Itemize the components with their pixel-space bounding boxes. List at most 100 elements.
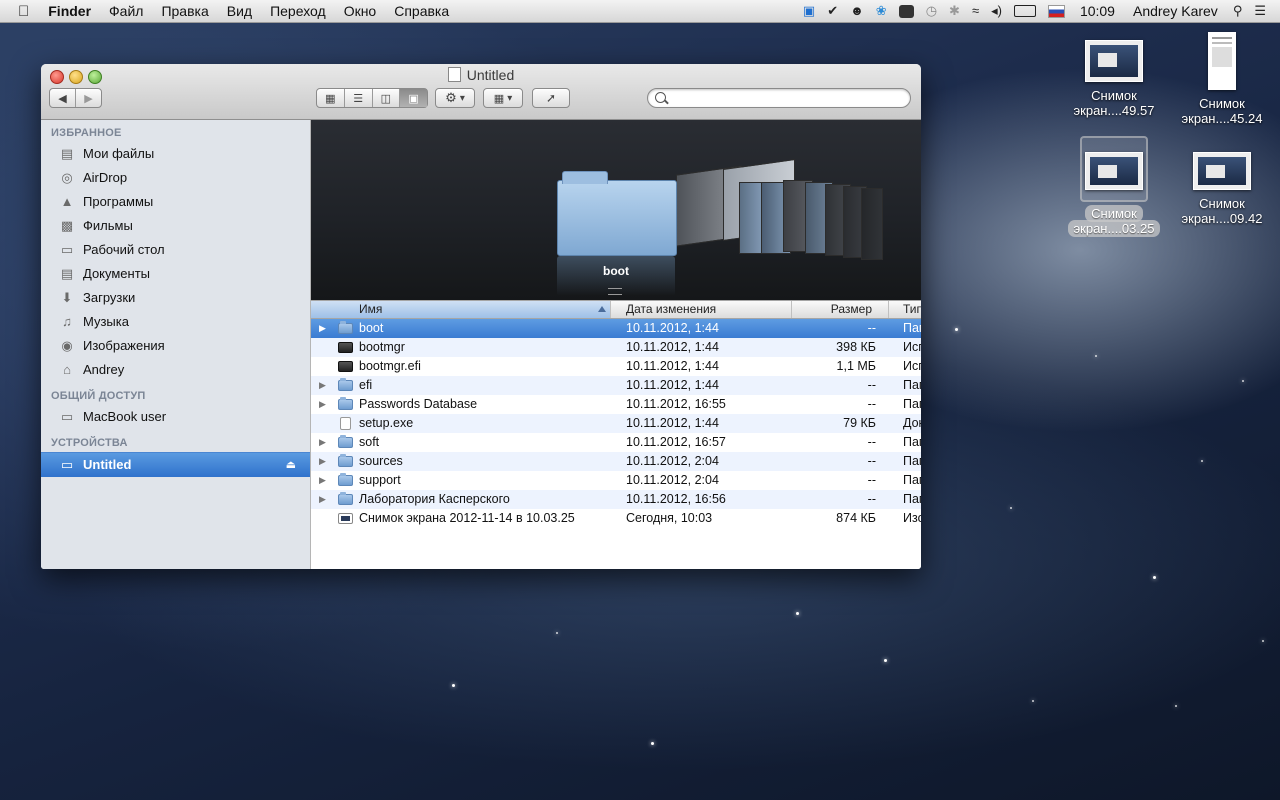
table-row[interactable]: ▶ efi 10.11.2012, 1:44 -- Папка <box>311 376 921 395</box>
disclosure-triangle-icon[interactable]: ▶ <box>319 452 326 471</box>
executable-icon <box>338 342 353 353</box>
sidebar-item-movies[interactable]: ▩ Фильмы <box>41 214 310 238</box>
back-button[interactable]: ◀ <box>50 89 76 107</box>
desktop-file-label-line1: Снимок <box>1199 96 1245 111</box>
back-forward-control: ◀ ▶ <box>49 88 102 108</box>
file-kind: Папка <box>903 397 921 411</box>
cover-flow-preview[interactable]: boot <box>311 120 921 300</box>
clock[interactable]: 10:09 <box>1071 3 1124 19</box>
table-row[interactable]: ▶ soft 10.11.2012, 16:57 -- Папка <box>311 433 921 452</box>
screenshot-thumbnail-icon <box>1193 152 1251 190</box>
window-title: Untitled <box>41 67 921 83</box>
table-row[interactable]: ▶ Passwords Database 10.11.2012, 16:55 -- Па… <box>311 395 921 414</box>
sidebar-item-pictures[interactable]: ◉ Изображения <box>41 334 310 358</box>
sidebar-header-shared: ОБЩИЙ ДОСТУП <box>51 390 146 402</box>
wifi-icon[interactable]: ≈ <box>972 0 979 22</box>
disclosure-triangle-icon[interactable]: ▶ <box>319 490 326 509</box>
sidebar-item-macbook-user[interactable]: ▭ MacBook user <box>41 405 310 429</box>
resize-grip-icon[interactable] <box>608 288 622 295</box>
table-row[interactable]: ▶ support 10.11.2012, 2:04 -- Папка <box>311 471 921 490</box>
column-header-date[interactable]: Дата изменения <box>611 301 792 318</box>
share-button[interactable]: ➚ <box>532 88 570 108</box>
table-row[interactable]: Снимок экрана 2012-11-14 в 10.03.25 Сегод… <box>311 509 921 528</box>
spotlight-icon[interactable]: ⚲ <box>1233 0 1243 22</box>
sidebar-item-airdrop[interactable]: ◎ AirDrop <box>41 166 310 190</box>
arrange-menu-button[interactable]: ▦ ▾ <box>483 88 523 108</box>
coverflow-view-button[interactable]: ▣ <box>400 89 427 107</box>
disclosure-triangle-icon[interactable]: ▶ <box>319 376 326 395</box>
airdrop-icon: ◎ <box>61 170 73 185</box>
volume-icon[interactable]: ◂) <box>991 0 1002 22</box>
time-machine-icon[interactable]: ◷ <box>926 0 937 22</box>
screenshot-thumbnail-icon <box>1085 40 1143 82</box>
file-name: bootmgr.efi <box>359 359 421 373</box>
user-name[interactable]: Andrey Karev <box>1124 3 1227 19</box>
sidebar-item-music[interactable]: ♫ Музыка <box>41 310 310 334</box>
disclosure-triangle-icon[interactable]: ▶ <box>319 471 326 490</box>
image-file-icon <box>338 513 353 524</box>
search-input[interactable] <box>670 90 904 108</box>
disclosure-triangle-icon[interactable]: ▶ <box>319 433 326 452</box>
checkmark-icon[interactable]: ✔ <box>827 0 838 22</box>
table-row[interactable]: ▶ sources 10.11.2012, 2:04 -- Папка <box>311 452 921 471</box>
folder-icon <box>338 435 353 448</box>
desktop-file-screenshot-1[interactable]: Снимок экран....49.57 <box>1066 40 1162 118</box>
menu-window[interactable]: Окно <box>335 3 386 19</box>
file-name: support <box>359 473 401 487</box>
action-menu-button[interactable]: ⚙ ▾ <box>435 88 475 108</box>
sidebar-item-desktop[interactable]: ▭ Рабочий стол <box>41 238 310 262</box>
column-header-size[interactable]: Размер <box>792 301 889 318</box>
file-date: 10.11.2012, 16:56 <box>626 492 726 506</box>
evernote-icon[interactable]: ☻ <box>850 0 864 22</box>
menu-go[interactable]: Переход <box>261 3 335 19</box>
desktop-file-screenshot-3-selected[interactable]: Снимок экран....03.25 <box>1066 136 1162 237</box>
app-menu[interactable]: Finder <box>39 3 100 19</box>
bluetooth-icon[interactable]: ✱ <box>949 0 960 22</box>
menu-file[interactable]: Файл <box>100 3 152 19</box>
file-date: 10.11.2012, 2:04 <box>626 473 719 487</box>
sidebar-item-untitled[interactable]: ▭ Untitled ⏏ <box>41 452 310 477</box>
file-kind: Папка <box>903 378 921 392</box>
column-view-button[interactable]: ◫ <box>373 89 401 107</box>
menu-view[interactable]: Вид <box>218 3 261 19</box>
file-date: 10.11.2012, 16:57 <box>626 435 726 449</box>
music-icon: ♫ <box>62 314 72 329</box>
table-row[interactable]: setup.exe 10.11.2012, 1:44 79 КБ Документ <box>311 414 921 433</box>
keyboard-icon[interactable] <box>898 4 914 18</box>
sidebar-item-home[interactable]: ⌂ Andrey <box>41 358 310 382</box>
column-header-name[interactable]: Имя <box>311 301 611 318</box>
table-row[interactable]: bootmgr 10.11.2012, 1:44 398 КБ Исполн <box>311 338 921 357</box>
file-size: -- <box>867 435 876 449</box>
eject-icon[interactable]: ⏏ <box>286 453 296 477</box>
executable-icon <box>338 361 353 372</box>
file-size: -- <box>867 473 876 487</box>
table-row[interactable]: bootmgr.efi 10.11.2012, 1:44 1,1 МБ Исполн <box>311 357 921 376</box>
twitter-icon[interactable]: ❀ <box>876 0 887 22</box>
list-rows: ▶ boot 10.11.2012, 1:44 -- Папка bootmgr 10.11… <box>311 319 921 528</box>
russian-flag-icon[interactable] <box>1047 4 1065 18</box>
battery-icon[interactable] <box>1013 5 1036 17</box>
sidebar-item-my-files[interactable]: ▤ Мои файлы <box>41 142 310 166</box>
search-field[interactable] <box>647 88 911 108</box>
menu-help[interactable]: Справка <box>385 3 458 19</box>
teamviewer-icon[interactable]: ▣ <box>803 0 815 22</box>
icon-view-button[interactable]: ▦ <box>317 89 345 107</box>
notification-center-icon[interactable]: ☰ <box>1254 0 1266 22</box>
sidebar-item-applications[interactable]: ▲ Программы <box>41 190 310 214</box>
column-header-kind[interactable]: Тип <box>889 301 921 318</box>
sidebar-item-downloads[interactable]: ⬇ Загрузки <box>41 286 310 310</box>
forward-button[interactable]: ▶ <box>76 89 101 107</box>
table-row[interactable]: ▶ boot 10.11.2012, 1:44 -- Папка <box>311 319 921 338</box>
sidebar-item-documents[interactable]: ▤ Документы <box>41 262 310 286</box>
desktop-file-screenshot-2[interactable]: Снимок экран....45.24 <box>1174 32 1270 126</box>
file-kind: Папка <box>903 435 921 449</box>
menu-edit[interactable]: Правка <box>152 3 217 19</box>
disclosure-triangle-icon[interactable]: ▶ <box>319 395 326 414</box>
desktop-file-screenshot-4[interactable]: Снимок экран....09.42 <box>1174 152 1270 226</box>
film-icon: ▩ <box>60 218 74 233</box>
table-row[interactable]: ▶ Лаборатория Касперского 10.11.2012, 16:5… <box>311 490 921 509</box>
apple-menu-icon[interactable]:  <box>0 3 39 20</box>
search-icon <box>655 92 666 103</box>
list-view-button[interactable]: ☰ <box>345 89 373 107</box>
disclosure-triangle-icon[interactable]: ▶ <box>319 319 326 338</box>
